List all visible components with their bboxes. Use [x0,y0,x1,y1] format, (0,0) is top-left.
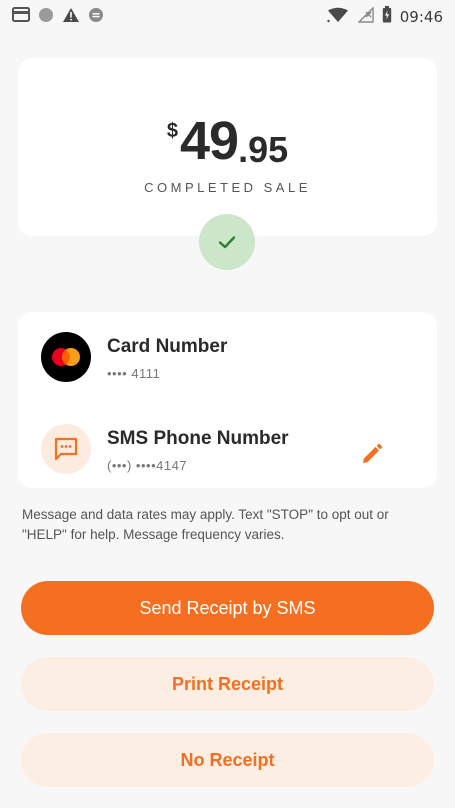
success-badge [199,214,255,270]
card-number-row: Card Number •••• 4111 [18,324,437,394]
no-signal-icon [357,5,374,28]
warning-icon [62,7,80,28]
wifi-icon [326,7,350,28]
sale-amount: $ 49 .95 [18,114,437,168]
status-bar: 09:46 [0,0,455,34]
sale-summary-card: $ 49 .95 COMPLETED SALE [18,58,437,236]
sms-icon [41,424,91,474]
battery-icon [382,6,392,28]
media-icon [88,7,104,28]
status-time: 09:46 [399,8,443,26]
send-receipt-sms-button[interactable]: Send Receipt by SMS [21,581,434,635]
status-left-icons [12,7,104,28]
mastercard-icon [41,332,91,382]
payment-details-card: Card Number •••• 4111 SMS Phone Number (… [18,312,437,488]
sms-phone-label: SMS Phone Number [107,428,289,449]
pencil-icon [363,443,383,463]
card-number-value: •••• 4111 [107,366,161,381]
amount-cents: .95 [238,129,289,170]
card-icon [12,7,30,27]
check-icon [218,236,236,249]
sms-phone-row: SMS Phone Number (•••) ••••4147 [18,416,437,486]
amount-whole: 49 [180,111,239,171]
status-right-icons: 09:46 [326,5,443,28]
print-receipt-button[interactable]: Print Receipt [21,657,434,711]
sms-phone-value: (•••) ••••4147 [107,458,188,473]
sale-status: COMPLETED SALE [144,180,311,195]
circle-icon [38,7,54,28]
edit-phone-button[interactable] [354,436,390,472]
currency-symbol: $ [166,120,178,142]
sms-disclaimer: Message and data rates may apply. Text "… [22,507,389,542]
card-number-label: Card Number [107,336,228,357]
no-receipt-button[interactable]: No Receipt [21,733,434,787]
